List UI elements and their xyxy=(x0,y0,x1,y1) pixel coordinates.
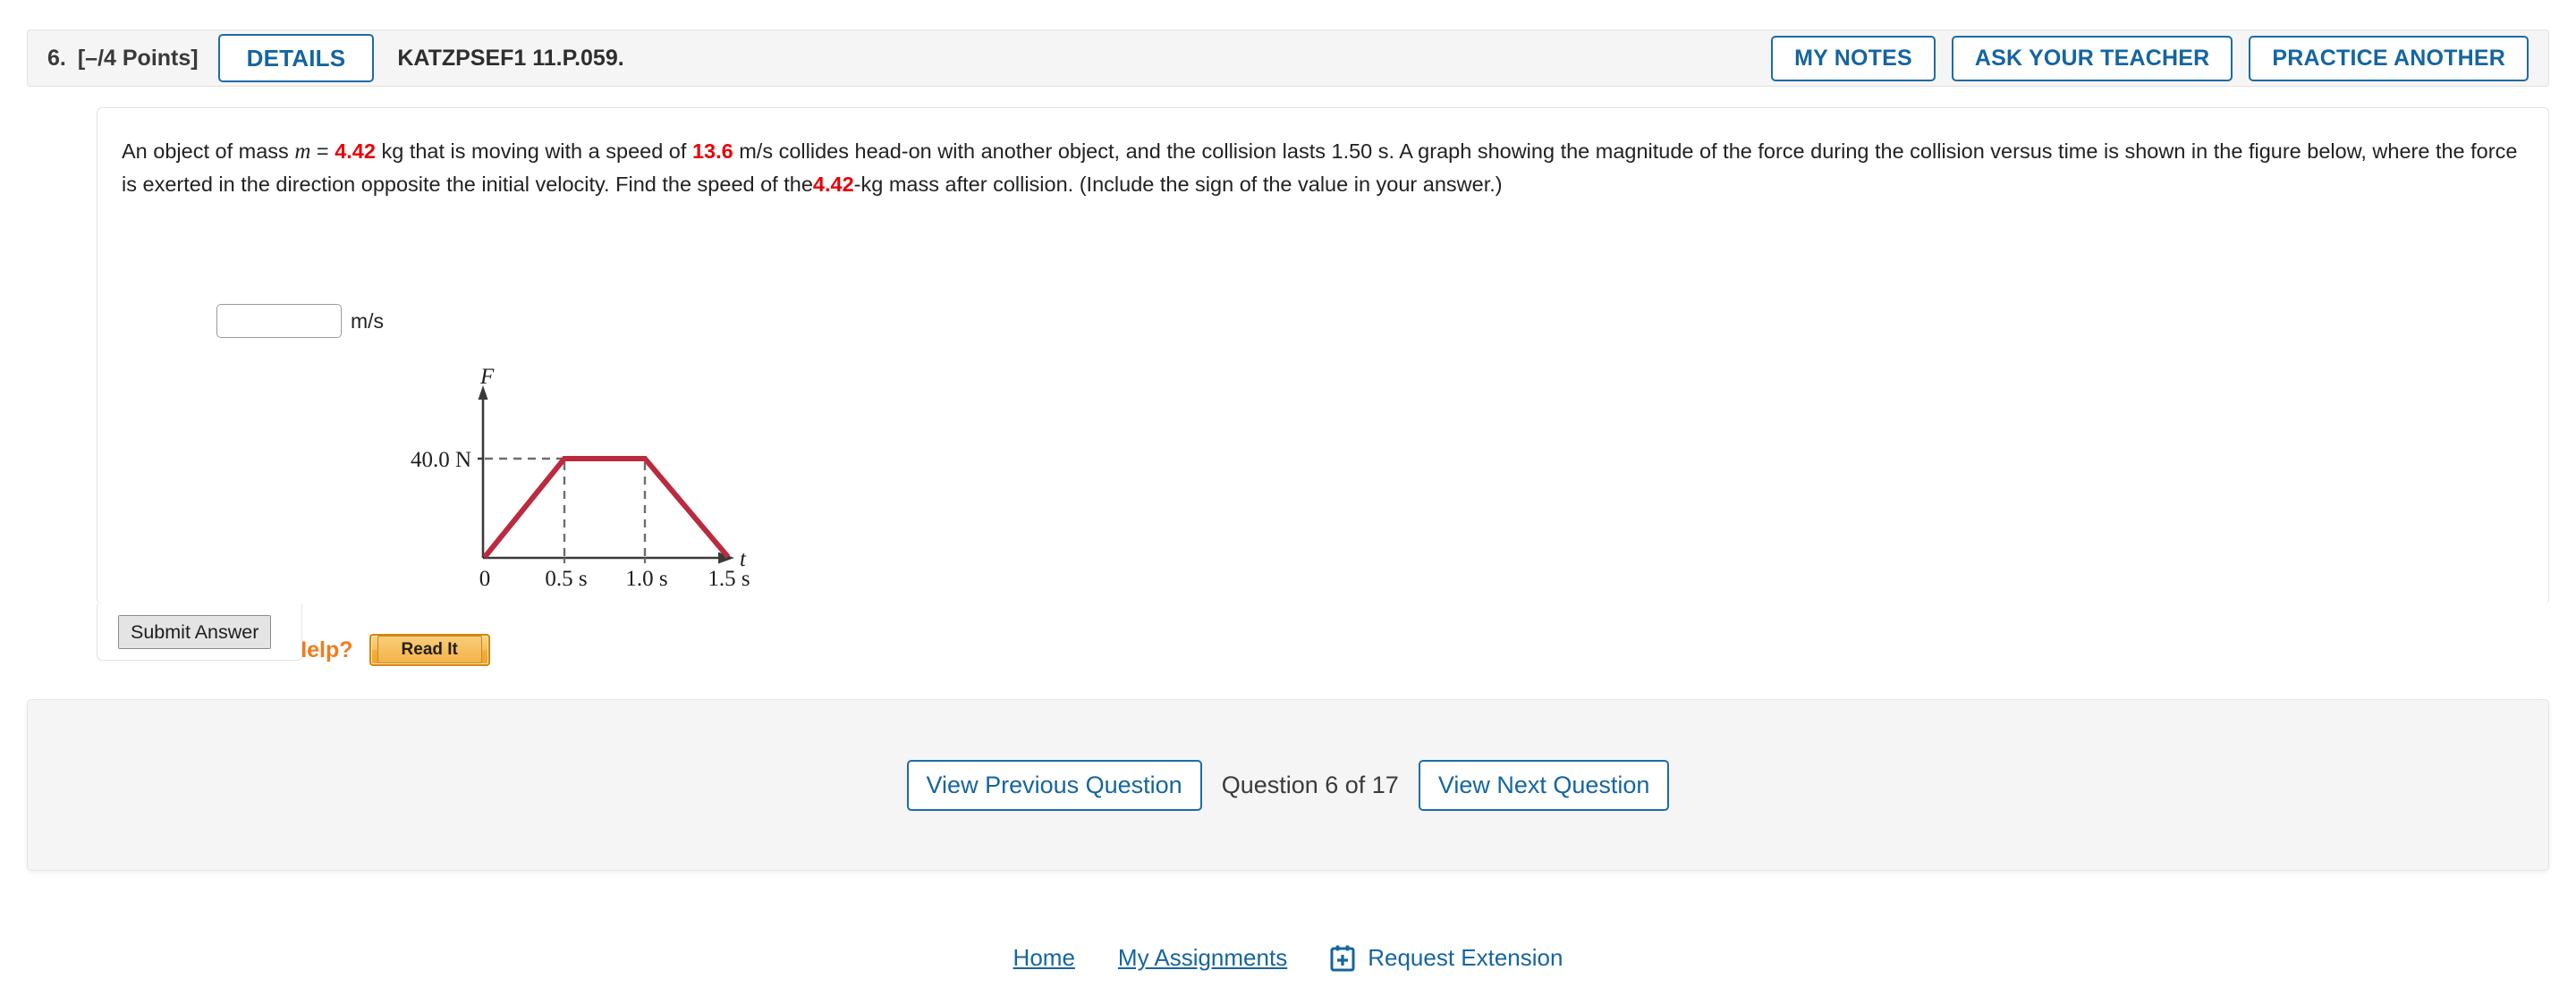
force-curve xyxy=(482,456,731,559)
request-extension-label: Request Extension xyxy=(1368,944,1563,971)
ask-your-teacher-button[interactable]: ASK YOUR TEACHER xyxy=(1951,35,2233,81)
x-tick-label-05s: 0.5 s xyxy=(545,567,587,591)
x-tick-label-0: 0 xyxy=(479,567,491,591)
question-text: An object of mass m = 4.42 kg that is mo… xyxy=(122,135,2528,200)
submit-answer-button[interactable]: Submit Answer xyxy=(118,614,272,650)
variable-m: m xyxy=(294,139,311,164)
question-text-part4: -kg mass after collision. (Include the s… xyxy=(853,173,1503,196)
mass-value-2: 4.42 xyxy=(812,173,854,196)
answer-row: m/s xyxy=(216,304,384,338)
question-text-part1: An object of mass xyxy=(122,139,289,163)
question-number: 6. xyxy=(47,45,66,71)
equals-sign: = xyxy=(316,139,329,163)
header-actions: MY NOTES ASK YOUR TEACHER PRACTICE ANOTH… xyxy=(1771,35,2529,81)
footer: Home My Assignments Request Extension xyxy=(0,944,2576,972)
submit-answer-panel: Submit Answer xyxy=(97,604,302,661)
answer-input[interactable] xyxy=(216,304,342,338)
y-axis-label: F xyxy=(479,365,495,389)
points-label: [–/4 Points] xyxy=(77,45,199,71)
x-tick-label-10s: 1.0 s xyxy=(625,567,667,591)
question-counter: Question 6 of 17 xyxy=(1221,771,1399,798)
practice-another-button[interactable]: PRACTICE ANOTHER xyxy=(2249,35,2529,81)
speed-value: 13.6 xyxy=(691,139,733,163)
read-it-button[interactable]: Read It xyxy=(369,634,490,666)
footer-link-my-assignments[interactable]: My Assignments xyxy=(1118,944,1287,972)
x-tick-label-15s: 1.5 s xyxy=(708,567,750,591)
footer-link-request-extension[interactable]: Request Extension xyxy=(1330,944,1563,972)
question-navigation-panel: View Previous Question Question 6 of 17 … xyxy=(27,699,2549,871)
question-content-panel: An object of mass m = 4.42 kg that is mo… xyxy=(97,107,2549,666)
details-button[interactable]: DETAILS xyxy=(217,34,375,82)
mass-value: 4.42 xyxy=(335,139,376,163)
read-it-label: Read It xyxy=(377,636,482,663)
answer-unit-label: m/s xyxy=(351,308,385,333)
view-next-question-button[interactable]: View Next Question xyxy=(1418,759,1670,811)
calendar-plus-icon xyxy=(1330,945,1355,971)
y-tick-label-40n: 40.0 N xyxy=(411,448,471,472)
force-vs-time-chart: F t 40.0 N 0 0.5 s 1.0 s 1.5 s xyxy=(411,365,750,591)
question-code: KATZPSEF1 11.P.059. xyxy=(397,45,624,71)
question-navigation-inner: View Previous Question Question 6 of 17 … xyxy=(906,759,1670,811)
question-header-bar: 6. [–/4 Points] DETAILS KATZPSEF1 11.P.0… xyxy=(27,30,2549,87)
my-notes-button[interactable]: MY NOTES xyxy=(1771,35,1936,81)
footer-link-home[interactable]: Home xyxy=(1013,944,1075,972)
question-text-part2: kg that is moving with a speed of xyxy=(381,139,687,163)
view-previous-question-button[interactable]: View Previous Question xyxy=(906,759,1202,811)
force-vs-time-figure: F t 40.0 N 0 0.5 s 1.0 s 1.5 s xyxy=(366,359,831,609)
